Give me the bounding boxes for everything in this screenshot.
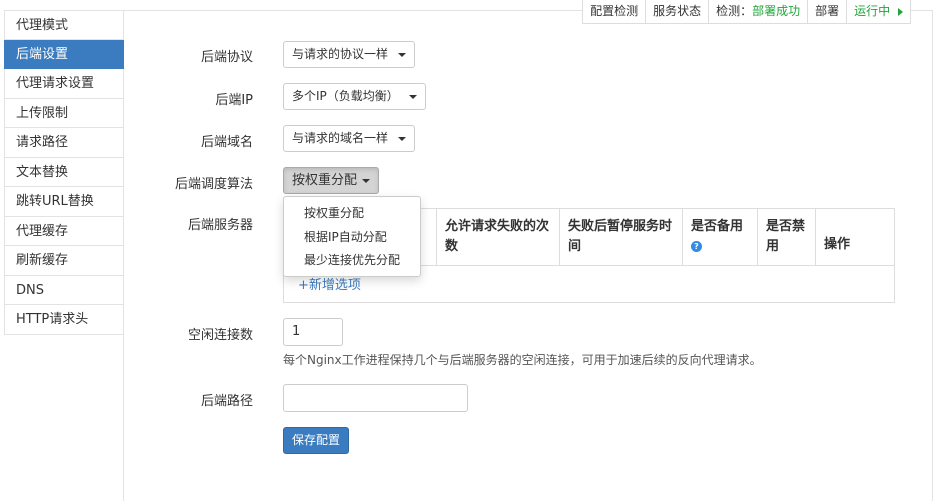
idle-connections-label: 空闲连接数 <box>187 328 253 343</box>
chevron-down-icon <box>398 137 406 141</box>
scheduling-select[interactable]: 按权重分配 <box>283 167 379 194</box>
backend-protocol-label: 后端协议 <box>200 50 253 65</box>
column-header-backup: 是否备用 ? <box>682 209 757 265</box>
menu-item-by-weight[interactable]: 按权重分配 <box>284 202 420 226</box>
caret-right-icon <box>898 7 903 16</box>
sidebar-item-backend-settings[interactable]: 后端设置 <box>4 39 124 69</box>
detect-prefix: 检测： <box>716 4 753 18</box>
backup-label: 是否备用 <box>691 219 744 234</box>
content-right-border <box>932 10 933 501</box>
sidebar: 代理模式 后端设置 代理请求设置 上传限制 请求路径 文本替换 跳转URL替换 … <box>4 10 124 335</box>
menu-item-least-conn[interactable]: 最少连接优先分配 <box>284 249 420 273</box>
backend-domain-label: 后端域名 <box>200 135 253 150</box>
backend-ip-value: 多个IP（负载均衡） <box>292 89 399 103</box>
sidebar-item-dns[interactable]: DNS <box>4 275 124 305</box>
sidebar-item-refresh-cache[interactable]: 刷新缓存 <box>4 246 124 276</box>
status-bar: 配置检测 服务状态 检测：部署成功 部署 运行中 <box>582 0 911 24</box>
sidebar-item-http-headers[interactable]: HTTP请求头 <box>4 305 124 335</box>
scheduling-value: 按权重分配 <box>292 173 358 188</box>
help-icon[interactable]: ? <box>691 241 702 252</box>
sidebar-item-proxy-mode[interactable]: 代理模式 <box>4 10 124 40</box>
backend-protocol-select[interactable]: 与请求的协议一样 <box>283 41 415 68</box>
chevron-down-icon <box>362 179 370 183</box>
scheduling-dropdown-menu: 按权重分配 根据IP自动分配 最少连接优先分配 <box>283 196 421 277</box>
sidebar-item-proxy-request-settings[interactable]: 代理请求设置 <box>4 69 124 99</box>
backend-domain-value: 与请求的域名一样 <box>292 131 389 145</box>
column-header-pause-time: 失败后暂停服务时间 <box>559 209 682 265</box>
scheduling-label: 后端调度算法 <box>174 177 253 192</box>
backend-path-input[interactable] <box>283 384 468 412</box>
config-check-button[interactable]: 配置检测 <box>583 0 645 23</box>
column-header-fail-count: 允许请求失败的次数 <box>436 209 559 265</box>
detect-result: 部署成功 <box>752 4 801 18</box>
column-header-disabled: 是否禁用 <box>757 209 815 265</box>
service-status-button[interactable]: 服务状态 <box>645 0 708 23</box>
chevron-down-icon <box>398 53 406 57</box>
sidebar-item-text-replace[interactable]: 文本替换 <box>4 157 124 187</box>
idle-connections-hint: 每个Nginx工作进程保持几个与后端服务器的空闲连接，可用于加速后续的反向代理请… <box>283 353 762 367</box>
backend-protocol-value: 与请求的协议一样 <box>292 47 389 61</box>
running-status-button[interactable]: 运行中 <box>846 0 910 23</box>
sidebar-item-proxy-cache[interactable]: 代理缓存 <box>4 216 124 246</box>
menu-item-ip-hash[interactable]: 根据IP自动分配 <box>284 226 420 250</box>
idle-connections-input[interactable]: 1 <box>283 318 343 346</box>
deploy-button[interactable]: 部署 <box>807 0 846 23</box>
backend-ip-select[interactable]: 多个IP（负载均衡） <box>283 83 426 110</box>
sidebar-item-upload-limit[interactable]: 上传限制 <box>4 98 124 128</box>
backend-domain-select[interactable]: 与请求的域名一样 <box>283 125 415 152</box>
detect-status: 检测：部署成功 <box>708 0 807 23</box>
backend-path-label: 后端路径 <box>200 394 253 409</box>
column-header-actions: 操作 <box>815 209 895 265</box>
sidebar-item-redirect-url-replace[interactable]: 跳转URL替换 <box>4 187 124 217</box>
chevron-down-icon <box>409 95 417 99</box>
running-label: 运行中 <box>854 4 891 18</box>
backend-servers-label: 后端服务器 <box>187 218 253 233</box>
backend-ip-label: 后端IP <box>215 93 253 108</box>
save-config-button[interactable]: 保存配置 <box>283 427 349 454</box>
sidebar-item-request-path[interactable]: 请求路径 <box>4 128 124 158</box>
